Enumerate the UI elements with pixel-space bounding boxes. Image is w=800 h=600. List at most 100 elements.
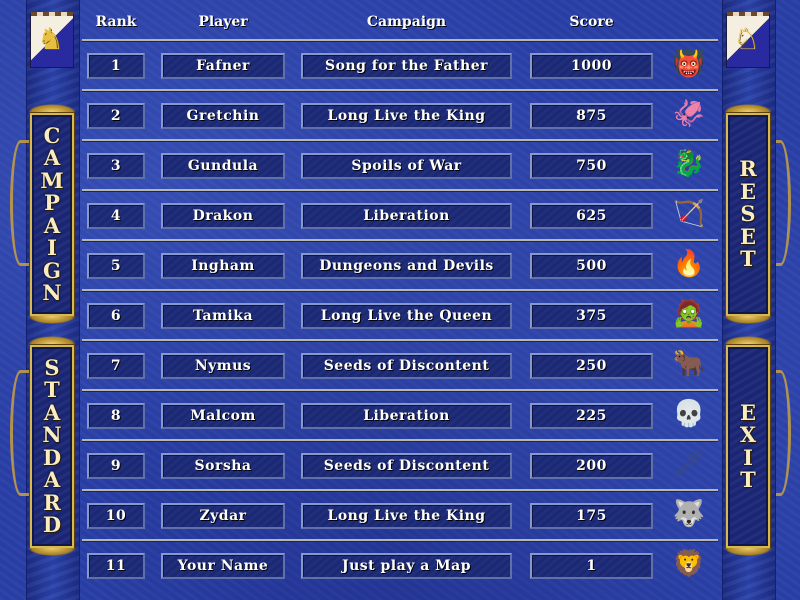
letter: D (42, 444, 62, 470)
gold-flourish-decoration (10, 140, 31, 266)
rank-cell: 10 (87, 503, 145, 529)
campaign-cell: Liberation (301, 403, 512, 429)
letter: I (743, 444, 753, 470)
player-cell: Tamika (161, 303, 285, 329)
griffin-icon: ♘ (733, 22, 760, 57)
letter: G (43, 257, 61, 283)
exit-button-label: EXIT (739, 399, 757, 492)
letter: E (739, 178, 756, 204)
letter: A (43, 399, 61, 425)
letter: E (739, 399, 756, 425)
score-cell: 625 (530, 203, 653, 229)
header-rank: Rank (95, 14, 137, 30)
letter: R (43, 489, 61, 515)
letter: T (740, 467, 756, 492)
row-divider (82, 339, 718, 342)
rank-cell: 4 (87, 203, 145, 229)
rank-cell: 6 (87, 303, 145, 329)
player-cell: Fafner (161, 53, 285, 79)
row-divider (82, 389, 718, 392)
rank-cell: 8 (87, 403, 145, 429)
letter: A (43, 145, 61, 170)
campaign-cell: Liberation (301, 203, 512, 229)
standard-button-label: STANDARD (42, 354, 62, 537)
row-divider (82, 139, 718, 142)
player-cell: Gundula (161, 153, 285, 179)
rank-cell: 3 (87, 153, 145, 179)
score-cell: 500 (530, 253, 653, 279)
score-cell: 225 (530, 403, 653, 429)
gnoll-icon: 🐺 (672, 499, 706, 529)
campaign-cell: Dungeons and Devils (301, 253, 512, 279)
letter: S (44, 354, 60, 380)
gold-golem-icon: 🦁 (672, 549, 706, 579)
campaign-cell: Seeds of Discontent (301, 353, 512, 379)
score-cell: 1 (530, 553, 653, 579)
score-cell: 1000 (530, 53, 653, 79)
letter: T (740, 246, 756, 272)
rank-cell: 11 (87, 553, 145, 579)
campaign-button[interactable]: CAMPAIGN (30, 113, 74, 316)
letter: R (739, 156, 757, 182)
letter: I (47, 235, 57, 260)
letter: X (739, 422, 757, 447)
letter: T (44, 377, 60, 402)
gold-cap-ornament (724, 316, 772, 324)
row-divider (82, 89, 718, 92)
campaign-cell: Song for the Father (301, 53, 512, 79)
gold-cap-ornament (28, 104, 76, 112)
rank-cell: 7 (87, 353, 145, 379)
player-cell: Gretchin (161, 103, 285, 129)
griffin-banner-right-icon: ♘ (726, 12, 770, 68)
beholder-icon: 🦑 (672, 99, 706, 129)
header-score: Score (569, 14, 614, 30)
reset-button[interactable]: RESET (726, 113, 770, 316)
header-campaign: Campaign (366, 14, 447, 30)
header-player: Player (198, 14, 248, 30)
letter: N (42, 422, 62, 447)
troll-icon: 👹 (672, 49, 706, 79)
campaign-cell: Just play a Map (301, 553, 512, 579)
standard-button[interactable]: STANDARD (30, 345, 74, 548)
score-cell: 175 (530, 503, 653, 529)
row-divider (82, 489, 718, 492)
letter: P (44, 190, 60, 215)
player-cell: Nymus (161, 353, 285, 379)
row-divider (82, 239, 718, 242)
player-cell: Drakon (161, 203, 285, 229)
rank-cell: 9 (87, 453, 145, 479)
player-cell: Sorsha (161, 453, 285, 479)
letter: M (40, 167, 64, 193)
skeleton-icon: 💀 (672, 399, 706, 429)
row-divider (82, 289, 718, 292)
row-divider (82, 39, 718, 42)
score-cell: 875 (530, 103, 653, 129)
row-divider (82, 439, 718, 442)
letter: S (740, 201, 756, 227)
gold-cap-ornament (724, 336, 772, 344)
player-cell: Zydar (161, 503, 285, 529)
griffin-banner-left-icon: ♞ (30, 12, 74, 68)
gold-cap-ornament (28, 316, 76, 324)
letter: D (42, 512, 62, 537)
row-divider (82, 539, 718, 542)
gold-cap-ornament (28, 336, 76, 344)
campaign-cell: Seeds of Discontent (301, 453, 512, 479)
efreet-icon: 🔥 (672, 249, 706, 279)
campaign-button-label: CAMPAIGN (40, 124, 64, 305)
rank-cell: 5 (87, 253, 145, 279)
wyvern-icon: 🐉 (672, 149, 706, 179)
campaign-cell: Long Live the King (301, 103, 512, 129)
score-cell: 375 (530, 303, 653, 329)
campaign-cell: Long Live the King (301, 503, 512, 529)
letter: E (739, 223, 756, 249)
player-cell: Ingham (161, 253, 285, 279)
reset-button-label: RESET (739, 158, 756, 271)
exit-button[interactable]: EXIT (726, 345, 770, 548)
player-cell: Your Name (161, 553, 285, 579)
score-cell: 200 (530, 453, 653, 479)
gold-cap-ornament (724, 548, 772, 556)
score-cell: 250 (530, 353, 653, 379)
score-cell: 750 (530, 153, 653, 179)
zombie-icon: 🧟 (672, 299, 706, 329)
